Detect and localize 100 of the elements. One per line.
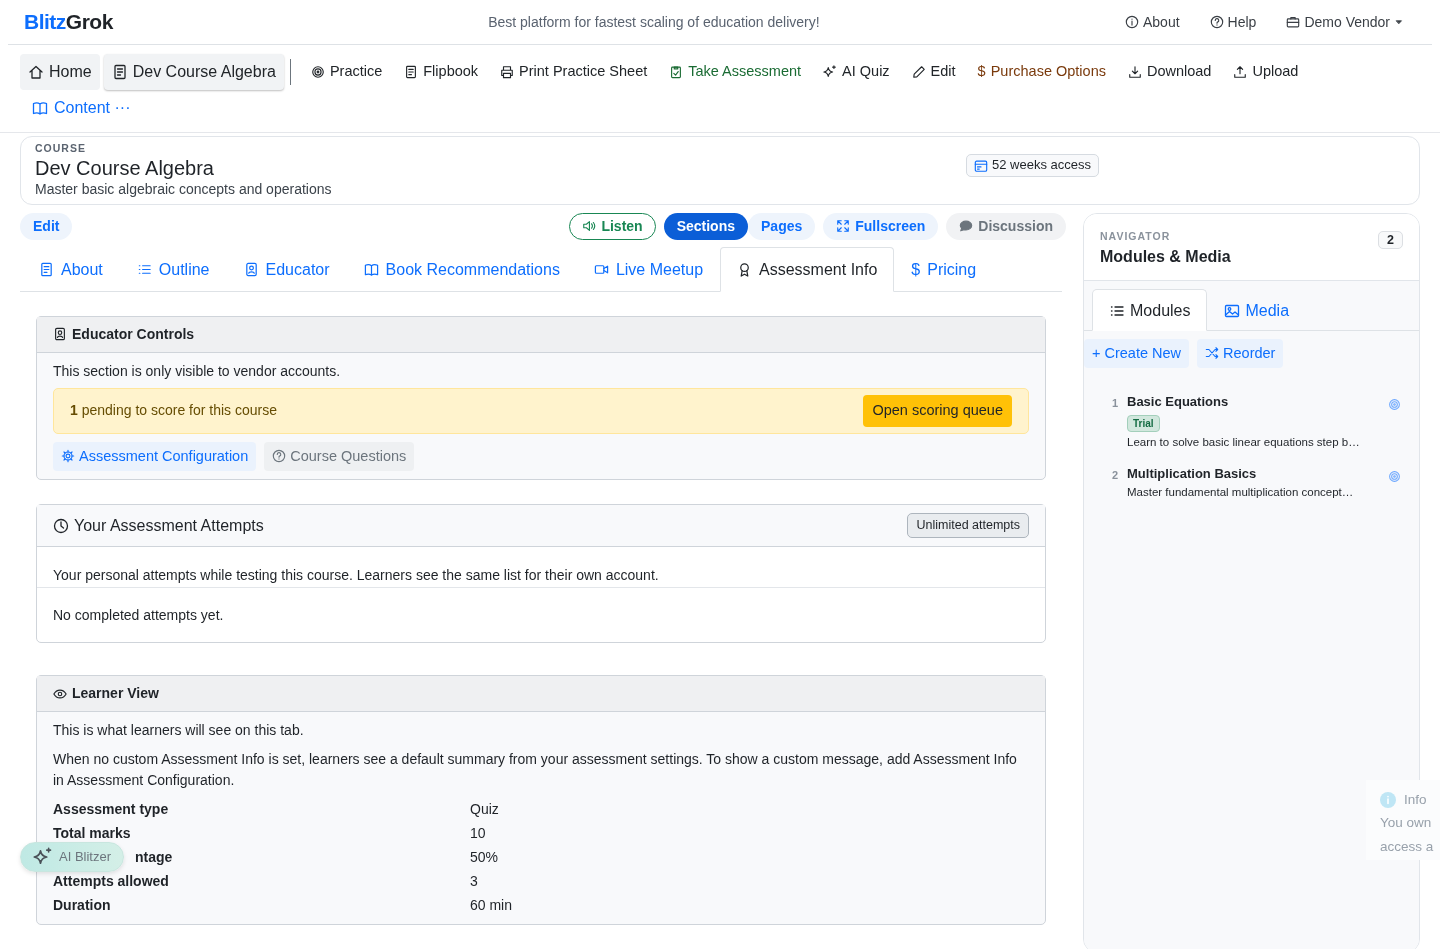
intro-text: This is what learners will see on this tab. [53, 721, 305, 741]
book-icon [363, 262, 379, 278]
eye-icon [53, 686, 67, 701]
module-description: Learn to solve basic linear equations step b… [1127, 434, 1361, 450]
view-toggle[interactable]: Pages [748, 212, 816, 240]
fullscreen-button[interactable]: Fullscreen [823, 212, 939, 240]
scoring-queue-button[interactable]: Open scoring queue [863, 394, 1012, 427]
sparkle-icon [823, 65, 838, 79]
detail-value: Quiz [470, 801, 499, 818]
logo[interactable]: BlitzGrok [24, 6, 113, 38]
tab[interactable]: Live Meetup [576, 246, 721, 292]
clipboard-icon [669, 65, 684, 79]
toolbar-link[interactable]: Home [20, 54, 100, 90]
calendar-icon [974, 158, 988, 173]
card-title: Learner View [72, 684, 159, 704]
listen-button[interactable]: Listen [569, 212, 656, 240]
tab[interactable]: Outline [119, 246, 227, 292]
detail-value: 60 min [470, 897, 513, 914]
toolbar-link[interactable]: Flipbook [396, 55, 487, 89]
tab[interactable]: Modules [1092, 288, 1208, 331]
help-icon [272, 449, 287, 464]
note-text: This section is only visible to vendor accounts. [53, 361, 342, 381]
toolbar-link[interactable]: $ Purchase Options [969, 55, 1114, 89]
content-menu[interactable]: Content ··· [20, 92, 143, 124]
access-badge: 52 weeks access [966, 154, 1099, 177]
view-toggle[interactable]: Sections [663, 212, 748, 240]
toolbar-link[interactable]: Take Assessment [661, 55, 810, 89]
document-icon [404, 65, 419, 79]
chat-icon [959, 219, 974, 234]
module-number: 1 [1112, 396, 1120, 412]
id-badge-icon [243, 262, 259, 278]
toast-text: You own [1380, 814, 1433, 833]
tab[interactable]: Assessment Info [720, 246, 895, 292]
detail-label: Assessment type [53, 800, 169, 820]
attempts-badge: Unlimited attempts [907, 513, 1029, 539]
module-number: 2 [1112, 468, 1120, 484]
detail-label: ntage [135, 848, 173, 868]
tab[interactable]: Book Recommendations [346, 246, 577, 292]
info-icon [1125, 15, 1139, 29]
toolbar-link[interactable]: Dev Course Algebra [103, 54, 284, 90]
detail-value: 10 [470, 825, 486, 842]
caret-icon [1394, 17, 1404, 27]
briefcase-icon [1286, 15, 1301, 29]
create-button[interactable]: + Create New [1084, 338, 1190, 369]
summary-paragraph: When no custom Assessment Info is set, learners see a default summary from your assessment settings. To show a custom message, add Assessment Info in Assessment Configuration. [53, 750, 1018, 791]
toast-title: Info [1404, 791, 1427, 809]
edit-button[interactable]: Edit [20, 212, 73, 240]
detail-label: Duration [53, 896, 111, 916]
target-icon [1388, 398, 1401, 412]
module-title[interactable]: Multiplication Basics [1127, 464, 1388, 484]
account-menu[interactable]: Demo Vendor [1286, 11, 1404, 33]
tab[interactable]: Educator [226, 246, 347, 292]
navigator-title: Modules & Media [1100, 246, 1231, 267]
config-button[interactable]: Assessment Configuration [53, 441, 257, 472]
header-link[interactable]: Help [1209, 11, 1257, 33]
toolbar-link[interactable]: Print Practice Sheet [492, 55, 656, 89]
toolbar-link[interactable]: AI Quiz [815, 55, 898, 89]
detail-value: 50% [470, 849, 499, 866]
eyebrow-label: NAVIGATOR [1100, 228, 1172, 244]
toolbar-link[interactable]: Practice [302, 55, 391, 89]
target-icon [1388, 469, 1401, 483]
pencil-icon [911, 65, 926, 79]
empty-text: No completed attempts yet. [53, 606, 225, 626]
speaker-icon [582, 219, 597, 234]
course-title: Dev Course Algebra [35, 155, 215, 180]
tab[interactable]: Media [1207, 288, 1307, 331]
home-icon [28, 64, 44, 80]
expand-icon [836, 219, 851, 234]
toolbar-link[interactable]: Upload [1225, 55, 1307, 89]
config-button[interactable]: Course Questions [264, 441, 415, 472]
toolbar-link[interactable]: Download [1119, 55, 1220, 89]
eyebrow-label: COURSE [35, 142, 87, 156]
currency-symbol: $ [977, 62, 986, 82]
ai-assistant-button[interactable]: AI Blitzer [20, 842, 124, 873]
document-icon [111, 64, 128, 80]
tab[interactable]: About [22, 246, 120, 292]
shuffle-icon [1205, 346, 1220, 361]
tab[interactable]: $ Pricing [894, 246, 994, 292]
reorder-button[interactable]: Reorder [1197, 338, 1284, 369]
id-badge-icon [53, 327, 67, 342]
count-badge: 2 [1378, 230, 1403, 249]
toolbar-link[interactable]: Edit [903, 55, 964, 89]
image-icon [1224, 302, 1241, 319]
card-title: Your Assessment Attempts [74, 515, 264, 536]
target-icon [310, 65, 325, 79]
description-text: Your personal attempts while testing this course. Learners see the same list for their own account. [53, 566, 660, 586]
document-icon [39, 262, 54, 278]
detail-label: Attempts allowed [53, 872, 169, 892]
header-link[interactable]: About [1125, 11, 1180, 33]
upload-icon [1233, 65, 1248, 79]
clock-icon [53, 517, 69, 534]
gear-icon [61, 449, 75, 464]
alert-text: 1 pending to score for this course [70, 401, 278, 421]
tagline: Best platform for fastest scaling of education delivery! [488, 12, 820, 32]
discussion-button[interactable]: Discussion [946, 212, 1066, 240]
currency-symbol: $ [911, 259, 921, 280]
download-icon [1127, 65, 1142, 79]
detail-label: Total marks [53, 824, 131, 844]
module-description: Master fundamental multiplication concept… [1127, 484, 1355, 500]
module-title[interactable]: Basic Equations [1127, 392, 1388, 412]
